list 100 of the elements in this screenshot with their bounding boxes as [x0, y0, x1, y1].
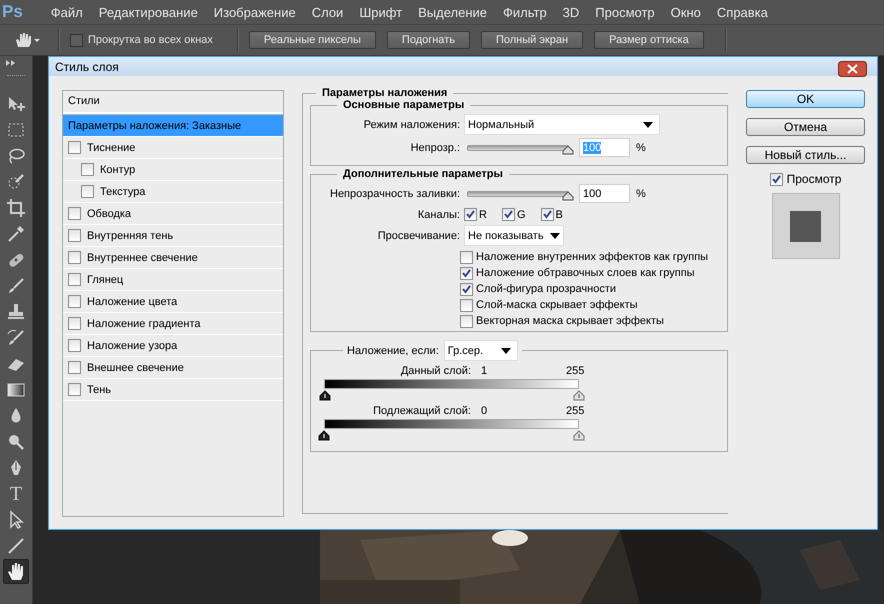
- checkbox[interactable]: [770, 172, 783, 186]
- toolbar-button[interactable]: Реальные пикселы: [248, 31, 376, 49]
- menu-item[interactable]: Файл: [42, 4, 91, 20]
- field-label: Просвечивание:: [376, 230, 460, 242]
- checkbox[interactable]: [540, 208, 554, 221]
- checkbox[interactable]: [68, 141, 81, 154]
- checkbox-label: Векторная маска скрывает эффекты: [476, 315, 664, 327]
- caret-icon: [500, 348, 511, 354]
- slider-handle-icon[interactable]: [573, 390, 585, 401]
- checkbox[interactable]: [81, 163, 94, 176]
- checkbox[interactable]: [464, 208, 477, 221]
- style-list-item[interactable]: Внутренняя тень: [63, 225, 283, 247]
- checkbox-label: Просмотр: [786, 172, 842, 186]
- unit-label: %: [636, 188, 646, 200]
- menu-item[interactable]: Просмотр: [587, 4, 663, 20]
- toolbar-button[interactable]: Размер оттиска: [594, 31, 704, 49]
- menu-item[interactable]: Выделение: [410, 4, 495, 20]
- style-list-item[interactable]: Внутреннее свечение: [63, 247, 283, 269]
- style-list-item[interactable]: Наложение градиента: [63, 313, 283, 335]
- menu-item[interactable]: Справка: [708, 4, 776, 20]
- menu-item[interactable]: Редактирование: [90, 4, 206, 20]
- checkbox[interactable]: [68, 361, 81, 374]
- style-list-item[interactable]: Тень: [63, 379, 283, 401]
- section-title: Дополнительные параметры: [342, 168, 504, 180]
- checkbox[interactable]: [460, 266, 473, 280]
- style-list-item[interactable]: Наложение цвета: [63, 291, 283, 313]
- style-preview: [772, 193, 840, 259]
- dialog-title: Стиль слоя: [55, 60, 119, 74]
- style-list-item[interactable]: Текстура: [63, 181, 283, 203]
- menu-item[interactable]: Слои: [304, 4, 352, 20]
- app-logo: Ps: [2, 2, 23, 22]
- checkbox[interactable]: [68, 207, 81, 220]
- blend-if-dropdown[interactable]: Гр.сер.: [444, 340, 518, 361]
- checkbox-label: Слой-фигура прозрачности: [476, 283, 616, 295]
- checkbox[interactable]: [460, 250, 473, 264]
- checkbox-label: Слой-маска скрывает эффекты: [476, 299, 638, 311]
- checkbox[interactable]: [68, 251, 81, 264]
- slider-handle-icon[interactable]: [318, 390, 331, 401]
- slider-handle-icon[interactable]: [318, 430, 330, 441]
- checkbox-label: Наложение внутренних эффектов как группы: [476, 251, 708, 263]
- checkbox[interactable]: [70, 34, 83, 46]
- checkbox[interactable]: [68, 295, 81, 308]
- checkbox[interactable]: [68, 317, 81, 330]
- toolbar-button[interactable]: Подогнать: [386, 31, 470, 49]
- range-value: 255: [566, 405, 584, 417]
- menu-item[interactable]: Фильтр: [495, 4, 555, 20]
- type-tool[interactable]: T: [3, 481, 29, 506]
- field-label: Непрозр.:: [410, 142, 460, 154]
- unit-label: %: [636, 142, 646, 154]
- fill-opacity-input[interactable]: 100: [579, 184, 630, 203]
- caret-icon: [643, 122, 653, 128]
- blend-mode-dropdown[interactable]: Нормальный: [464, 114, 660, 135]
- dialog-button[interactable]: Новый стиль...: [746, 146, 865, 164]
- checkbox[interactable]: [68, 383, 81, 396]
- field-label: Непрозрачность заливки:: [329, 188, 460, 200]
- section-title: Основные параметры: [342, 99, 466, 111]
- field-label: Наложение, если:: [347, 344, 439, 356]
- checkbox[interactable]: [68, 229, 81, 242]
- style-list-item[interactable]: Контур: [63, 159, 283, 181]
- menu-item[interactable]: 3D: [554, 4, 588, 20]
- slider-handle-icon[interactable]: [573, 430, 585, 441]
- hand-icon[interactable]: [14, 31, 40, 49]
- toolbar-button[interactable]: Полный экран: [480, 31, 584, 49]
- range-value: 1: [481, 365, 488, 377]
- dialog-button[interactable]: OK: [746, 90, 865, 108]
- field-label: Режим наложения:: [362, 118, 460, 130]
- collapse-icon[interactable]: [5, 59, 17, 67]
- slider-thumb[interactable]: [562, 144, 574, 154]
- checkbox[interactable]: [460, 298, 473, 312]
- menu-item[interactable]: Окно: [662, 4, 709, 20]
- style-list-item[interactable]: Внешнее свечение: [63, 357, 283, 379]
- checkbox-label: B: [556, 208, 563, 220]
- style-list-item[interactable]: Тиснение: [63, 137, 283, 159]
- checkbox[interactable]: [460, 282, 473, 296]
- style-list-item[interactable]: Обводка: [63, 203, 283, 225]
- range-label: Данный слой:: [400, 365, 471, 377]
- close-icon[interactable]: [838, 60, 867, 76]
- slider-thumb[interactable]: [562, 190, 574, 200]
- checkbox[interactable]: [81, 185, 94, 198]
- section-title: Параметры наложения: [321, 87, 448, 99]
- checkbox[interactable]: [68, 273, 81, 286]
- checkbox[interactable]: [460, 314, 473, 328]
- field-label: Каналы:: [416, 208, 460, 220]
- menu-item[interactable]: Шрифт: [351, 4, 410, 20]
- checkbox-label: Наложение обтравочных слоев как группы: [476, 267, 695, 279]
- caret-icon: [550, 232, 560, 238]
- menu-item[interactable]: Изображение: [206, 4, 304, 20]
- style-list-item[interactable]: Наложение узора: [63, 335, 283, 357]
- checkbox-label: R: [479, 208, 487, 220]
- dialog-button[interactable]: Отмена: [746, 118, 865, 136]
- checkbox-label: Прокрутка во всех окнах: [88, 34, 213, 46]
- range-value: 255: [566, 365, 584, 377]
- checkbox[interactable]: [68, 339, 81, 352]
- style-list-item[interactable]: Параметры наложения: Заказные: [63, 115, 283, 137]
- hand-tool-icon[interactable]: [3, 559, 29, 584]
- checkbox[interactable]: [502, 208, 515, 221]
- range-label: Подлежащий слой:: [373, 405, 471, 417]
- knockout-dropdown[interactable]: Не показывать: [464, 225, 564, 246]
- style-list-item[interactable]: Глянец: [63, 269, 283, 291]
- range-value: 0: [481, 405, 488, 417]
